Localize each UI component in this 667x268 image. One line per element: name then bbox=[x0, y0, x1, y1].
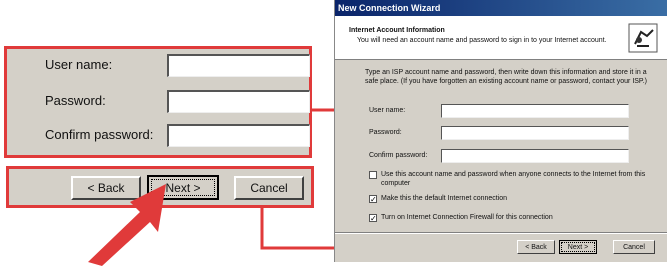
use-account-label: Use this account name and password when … bbox=[381, 171, 646, 187]
wizard-password-label: Password: bbox=[369, 129, 402, 136]
instructions-text: Type an ISP account name and password, t… bbox=[365, 69, 647, 85]
firewall-checkbox[interactable]: ✓ bbox=[369, 214, 377, 223]
button-divider bbox=[335, 232, 667, 234]
wizard-username-label: User name: bbox=[369, 107, 406, 114]
new-connection-wizard: New Connection Wizard Internet Account I… bbox=[334, 0, 667, 262]
default-connection-checkbox[interactable]: ✓ bbox=[369, 195, 377, 204]
header-title: Internet Account Information bbox=[349, 27, 445, 34]
use-account-checkbox[interactable] bbox=[369, 171, 377, 179]
wizard-password-input[interactable] bbox=[441, 126, 629, 140]
wizard-titlebar: New Connection Wizard bbox=[335, 0, 667, 16]
wizard-next-button[interactable]: Next > bbox=[559, 240, 597, 254]
wizard-cancel-button[interactable]: Cancel bbox=[613, 240, 655, 254]
wizard-header: Internet Account Information You will ne… bbox=[335, 16, 667, 60]
header-subtitle: You will need an account name and passwo… bbox=[357, 37, 607, 44]
wizard-username-input[interactable] bbox=[441, 104, 629, 118]
connection-phone-icon bbox=[628, 23, 658, 53]
default-connection-label: Make this the default Internet connectio… bbox=[381, 195, 508, 202]
wizard-back-button[interactable]: < Back bbox=[517, 240, 555, 254]
firewall-label: Turn on Internet Connection Firewall for… bbox=[381, 214, 553, 221]
wizard-confirm-label: Confirm password: bbox=[369, 152, 428, 159]
wizard-confirm-input[interactable] bbox=[441, 149, 629, 163]
